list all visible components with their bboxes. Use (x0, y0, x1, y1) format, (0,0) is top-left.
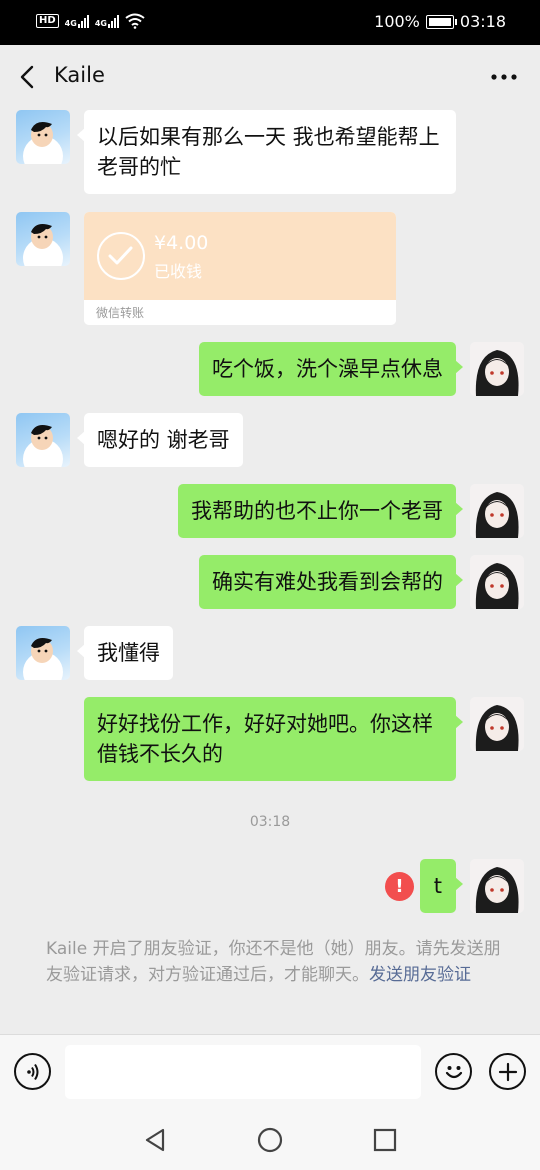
transfer-card[interactable]: ¥4.00 已收钱 微信转账 (84, 212, 396, 325)
system-navigation (0, 1108, 540, 1170)
status-left: HD 4G 4G (36, 13, 145, 29)
transfer-amount: ¥4.00 (154, 232, 209, 254)
more-icon[interactable] (490, 67, 518, 87)
send-verification-link[interactable]: 发送朋友验证 (369, 965, 471, 985)
transfer-top: ¥4.00 已收钱 (84, 212, 396, 300)
network-1: 4G (65, 14, 89, 28)
status-right: 100% 03:18 (374, 12, 506, 31)
wifi-icon (125, 13, 145, 29)
message-text: 吃个饭，洗个澡早点休息 (212, 357, 443, 381)
my-avatar[interactable] (470, 484, 524, 538)
message-bubble[interactable]: 我帮助的也不止你一个老哥 (178, 484, 463, 538)
friend-verification-notice: Kaile 开启了朋友验证，你还不是他（她）朋友。请先发送朋友验证请求，对方验证… (46, 936, 506, 988)
emoji-icon (445, 1065, 462, 1078)
signal-icon (107, 14, 119, 28)
my-avatar[interactable] (470, 555, 524, 609)
send-failed-icon[interactable]: ! (385, 872, 414, 901)
hd-badge: HD (36, 14, 59, 28)
message-bubble[interactable]: 嗯好的 谢老哥 (77, 413, 243, 467)
input-bar (0, 1034, 540, 1108)
nav-recent-icon[interactable] (371, 1126, 399, 1154)
transfer-footer: 微信转账 (84, 300, 396, 325)
chat-area[interactable]: 以后如果有那么一天 我也希望能帮上老哥的忙 ¥4.00 已收钱 微信转账 吃个饭… (0, 109, 540, 1034)
message-bubble-failed[interactable]: t (419, 859, 464, 913)
plus-button[interactable] (489, 1053, 526, 1090)
clock: 03:18 (459, 12, 506, 31)
my-avatar[interactable] (470, 859, 524, 913)
back-arrow-icon[interactable] (14, 63, 42, 91)
chat-timestamp: 03:18 (249, 814, 291, 830)
message-text: 我帮助的也不止你一个老哥 (191, 499, 443, 523)
nav-back-icon[interactable] (141, 1126, 169, 1154)
message-text: 好好找份工作，好好对她吧。你这样借钱不长久的 (97, 712, 433, 766)
chat-header: Kaile (0, 45, 540, 109)
my-avatar[interactable] (470, 342, 524, 396)
battery-icon (425, 14, 457, 29)
network-2: 4G (95, 14, 119, 28)
voice-button[interactable] (14, 1053, 51, 1090)
voice-icon (26, 1063, 38, 1080)
signal-icon (77, 14, 89, 28)
status-bar: HD 4G 4G 100% 03:18 (0, 0, 540, 45)
emoji-button[interactable] (435, 1053, 472, 1090)
battery-percent: 100% (374, 12, 420, 31)
my-avatar[interactable] (470, 697, 524, 751)
chat-title: Kaile (54, 63, 105, 87)
message-text: 我懂得 (97, 641, 160, 665)
nav-home-icon[interactable] (256, 1126, 284, 1154)
message-text: 以后如果有那么一天 我也希望能帮上老哥的忙 (97, 125, 440, 179)
message-input[interactable] (65, 1045, 421, 1099)
friend-avatar[interactable] (16, 110, 70, 164)
message-text: 确实有难处我看到会帮的 (212, 570, 443, 594)
message-text: t (433, 874, 442, 898)
message-bubble[interactable]: 我懂得 (77, 626, 173, 680)
message-bubble[interactable]: 确实有难处我看到会帮的 (199, 555, 463, 609)
message-bubble[interactable]: 以后如果有那么一天 我也希望能帮上老哥的忙 (77, 110, 456, 194)
friend-avatar[interactable] (16, 626, 70, 680)
message-bubble[interactable]: 好好找份工作，好好对她吧。你这样借钱不长久的 (84, 697, 463, 781)
message-bubble[interactable]: 吃个饭，洗个澡早点休息 (199, 342, 463, 396)
friend-avatar[interactable] (16, 212, 70, 266)
plus-icon (498, 1062, 517, 1081)
message-text: 嗯好的 谢老哥 (97, 428, 230, 452)
check-icon (97, 232, 145, 280)
friend-avatar[interactable] (16, 413, 70, 467)
transfer-status: 已收钱 (154, 262, 203, 281)
